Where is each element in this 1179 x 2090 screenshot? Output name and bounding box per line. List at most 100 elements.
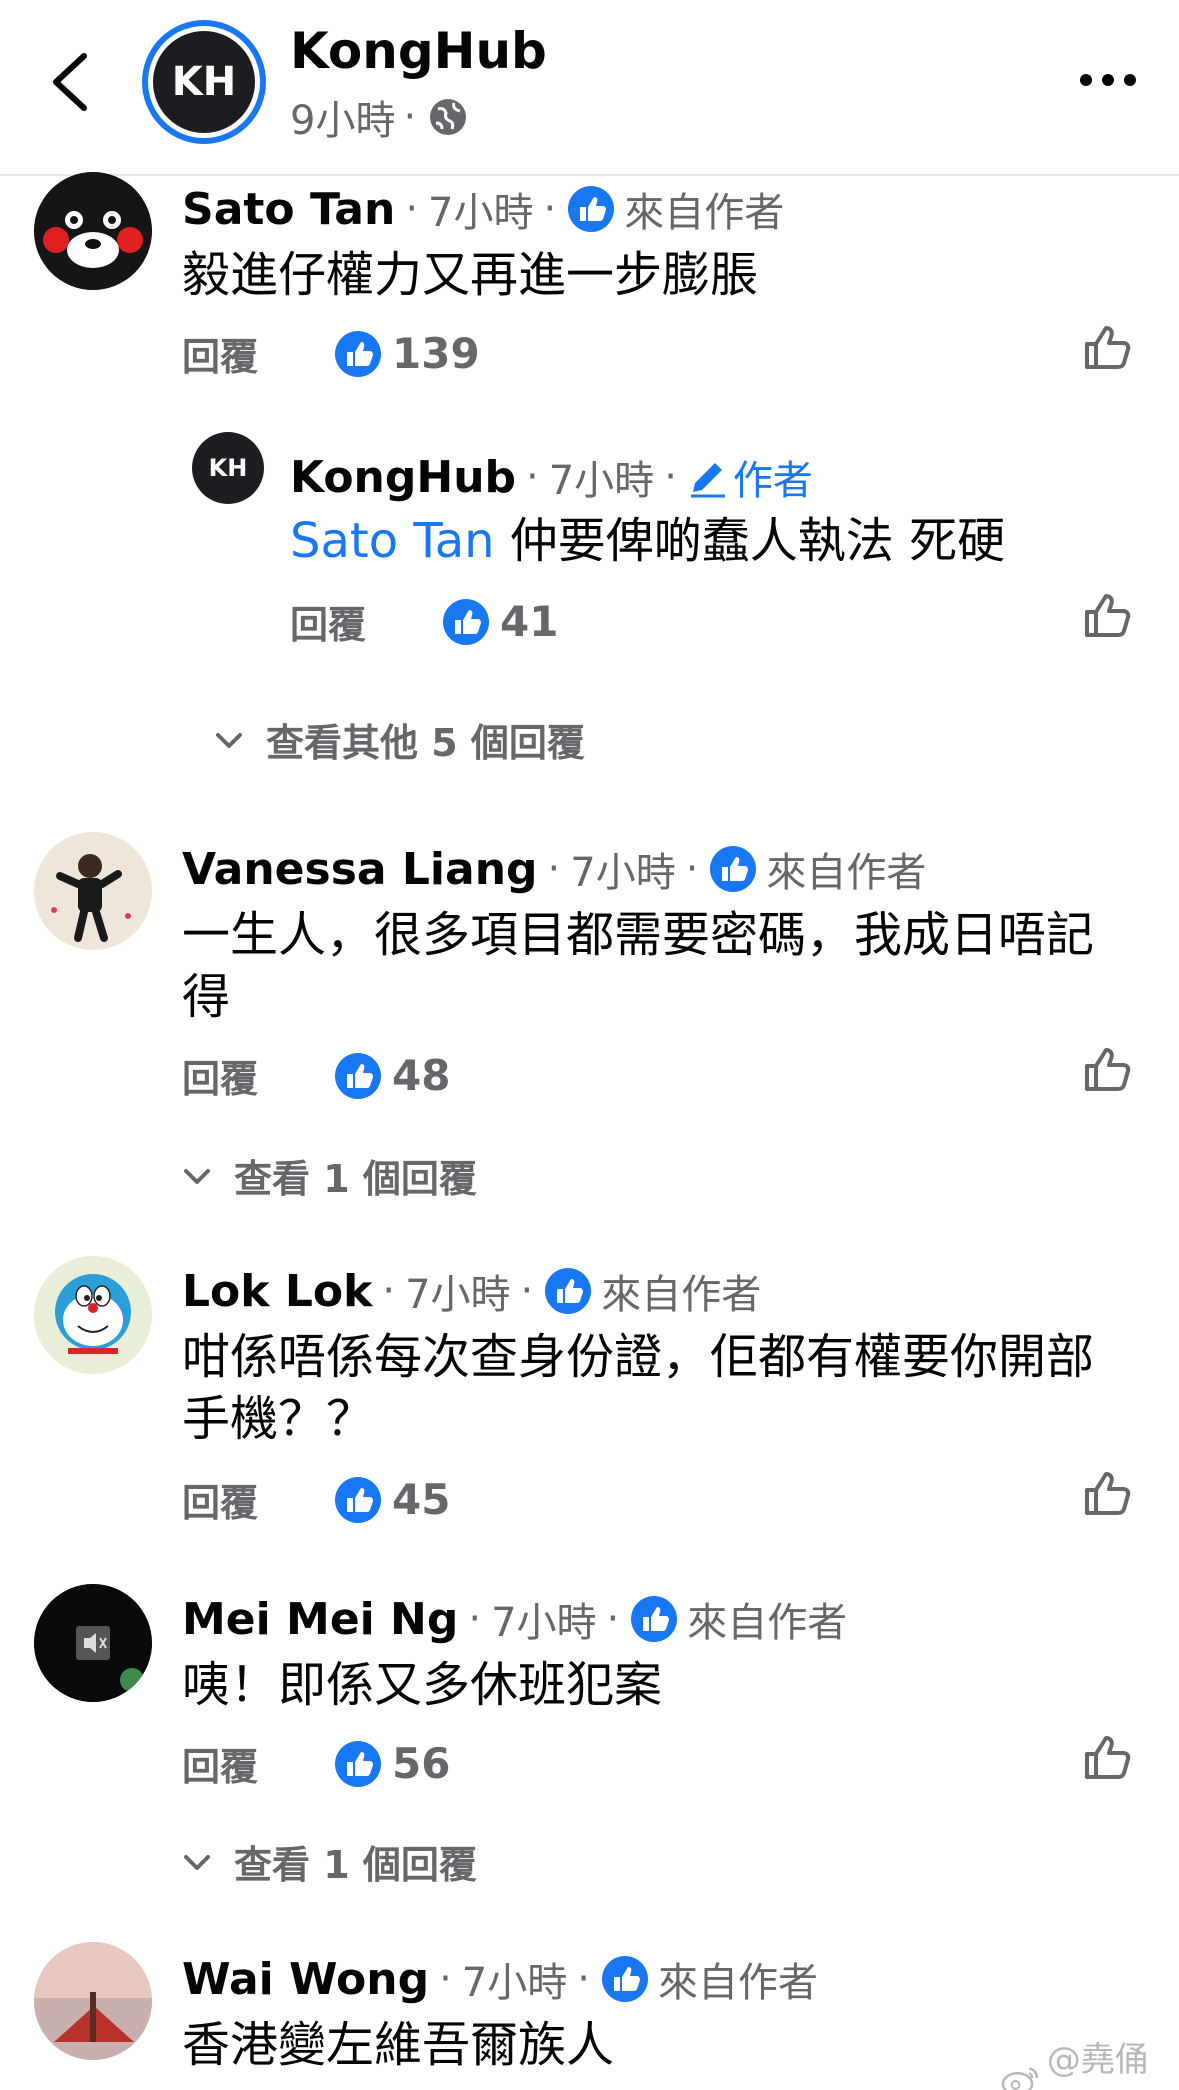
weibo-watermark: @堯俑澍 (1000, 2032, 1179, 2090)
like-count: 48 (392, 1051, 451, 1100)
view-more-replies[interactable]: 查看 1 個回覆 (180, 1148, 477, 1203)
like-reaction-icon (335, 1740, 382, 1787)
page-avatar[interactable]: KH (142, 20, 266, 144)
meta-dot: · (547, 846, 561, 892)
post-header: KH KongHub 9小時 · (0, 0, 1179, 176)
like-reaction-icon (335, 1052, 382, 1099)
commenter-name[interactable]: Vanessa Liang (182, 844, 538, 895)
commenter-name[interactable]: Lok Lok (182, 1266, 372, 1317)
top-fan-label: 來自作者 (601, 1272, 762, 1318)
like-count-badge[interactable]: 45 (334, 1475, 450, 1524)
watermark-text: @堯俑澍 (1046, 2040, 1149, 2090)
reply-button[interactable]: 回覆 (182, 1048, 258, 1103)
comment-time: 7小時 (461, 1960, 568, 2006)
commenter-avatar[interactable] (34, 172, 152, 290)
comment-text: 咦！即係又多休班犯案 (182, 1657, 663, 1713)
reply-time: 7小時 (548, 458, 655, 504)
commenter-avatar[interactable] (34, 1942, 152, 2060)
meta-dot: · (577, 1956, 590, 2002)
comment-header: Mei Mei Ng · 7小時 · 來自作者 (182, 1590, 847, 1648)
commenter-avatar[interactable] (34, 1256, 152, 1374)
commenter-name[interactable]: Mei Mei Ng (182, 1594, 458, 1645)
meta-dot: · (405, 186, 419, 232)
reply-button[interactable]: 回覆 (182, 1472, 258, 1527)
like-count: 45 (392, 1475, 451, 1524)
view-more-replies[interactable]: 查看 1 個回覆 (180, 1834, 477, 1889)
comment-header: Sato Tan · 7小時 · 來自作者 (182, 180, 784, 238)
view-more-replies[interactable]: 查看其他 5 個回覆 (212, 712, 585, 767)
like-count-badge[interactable]: 56 (334, 1739, 450, 1788)
like-outline-icon[interactable] (1082, 1468, 1132, 1518)
like-outline-icon[interactable] (1082, 1044, 1132, 1094)
post-time: 9小時 (290, 98, 396, 144)
meta-dot: · (403, 94, 417, 140)
reply-avatar[interactable]: KH (192, 432, 264, 504)
like-count-badge[interactable]: 139 (334, 329, 480, 378)
page-logo-text: KH (171, 59, 237, 105)
mention-link[interactable]: Sato Tan (290, 513, 495, 569)
comment-text: 咁係唔係每次查身份證，佢都有權要你開部手機？？ (182, 1329, 1095, 1447)
comment-time: 7小時 (428, 190, 534, 236)
sunset-boat-avatar-image (34, 1942, 152, 2060)
page-title[interactable]: KongHub (290, 22, 547, 80)
comment-actions: 回覆 56 (182, 1736, 450, 1791)
meta-dot: · (685, 846, 699, 892)
edit-pencil-icon (690, 463, 725, 498)
reply-actions: 回覆 41 (290, 594, 558, 649)
commenter-avatar[interactable] (34, 1584, 152, 1702)
view-replies-label: 查看 1 個回覆 (234, 1843, 477, 1887)
top-fan-like-icon (710, 846, 757, 892)
comment-header: Vanessa Liang · 7小時 · 來自作者 (182, 840, 926, 898)
mute-sign-avatar-image (34, 1584, 152, 1702)
like-count-badge[interactable]: 41 (442, 597, 558, 646)
reply-author-name[interactable]: KongHub (290, 452, 516, 503)
reply-header: KongHub · 7小時 · 作者 (290, 448, 813, 506)
like-reaction-icon (335, 330, 382, 377)
commenter-name[interactable]: Sato Tan (182, 184, 395, 235)
comment-actions: 回覆 48 (182, 1048, 450, 1103)
top-fan-like-icon (601, 1956, 648, 2002)
comment-header: Lok Lok · 7小時 · 來自作者 (182, 1262, 761, 1320)
top-fan-label: 來自作者 (687, 1600, 848, 1646)
child-photo-avatar (34, 832, 152, 950)
like-outline-icon[interactable] (1082, 322, 1132, 372)
top-fan-label: 來自作者 (657, 1960, 818, 2006)
top-fan-label: 來自作者 (766, 850, 927, 896)
globe-icon (430, 99, 467, 135)
comment-text: 香港變左維吾爾族人 (182, 2017, 615, 2073)
comment-time: 7小時 (405, 1272, 511, 1318)
like-reaction-icon (335, 1476, 382, 1523)
chevron-down-icon (216, 732, 242, 748)
post-meta: 9小時 · (290, 88, 470, 146)
back-chevron-icon[interactable] (46, 50, 94, 114)
like-outline-icon[interactable] (1082, 1732, 1132, 1782)
view-replies-label: 查看其他 5 個回覆 (266, 721, 585, 765)
reply-body: 仲要俾啲蠢人執法 死硬 (494, 513, 1006, 569)
more-icon[interactable] (1078, 70, 1138, 90)
commenter-avatar[interactable] (34, 832, 152, 950)
reply-text: Sato Tan 仲要俾啲蠢人執法 死硬 (290, 510, 1110, 572)
like-count-badge[interactable]: 48 (334, 1051, 450, 1100)
kumamon-avatar-image (34, 172, 152, 290)
chevron-down-icon (184, 1168, 210, 1184)
like-reaction-icon (443, 598, 490, 645)
chevron-down-icon (184, 1854, 210, 1870)
meta-dot: · (543, 186, 557, 232)
commenter-name[interactable]: Wai Wong (182, 1954, 429, 2005)
comment-actions: 回覆 45 (182, 1472, 450, 1527)
top-fan-like-icon (631, 1596, 678, 1642)
reply-button[interactable]: 回覆 (290, 594, 366, 649)
author-label: 作者 (732, 458, 813, 504)
meta-dot: · (606, 1596, 620, 1642)
top-fan-like-icon (568, 186, 615, 232)
like-count: 56 (392, 1739, 451, 1788)
like-outline-icon[interactable] (1082, 590, 1132, 640)
comment-actions: 回覆 139 (182, 326, 480, 381)
top-fan-label: 來自作者 (624, 190, 785, 236)
meta-dot: · (439, 1956, 452, 2002)
reply-button[interactable]: 回覆 (182, 326, 258, 381)
doraemon-avatar-image (34, 1256, 152, 1374)
view-replies-label: 查看 1 個回覆 (234, 1157, 477, 1201)
meta-dot: · (664, 454, 677, 500)
reply-button[interactable]: 回覆 (182, 1736, 258, 1791)
